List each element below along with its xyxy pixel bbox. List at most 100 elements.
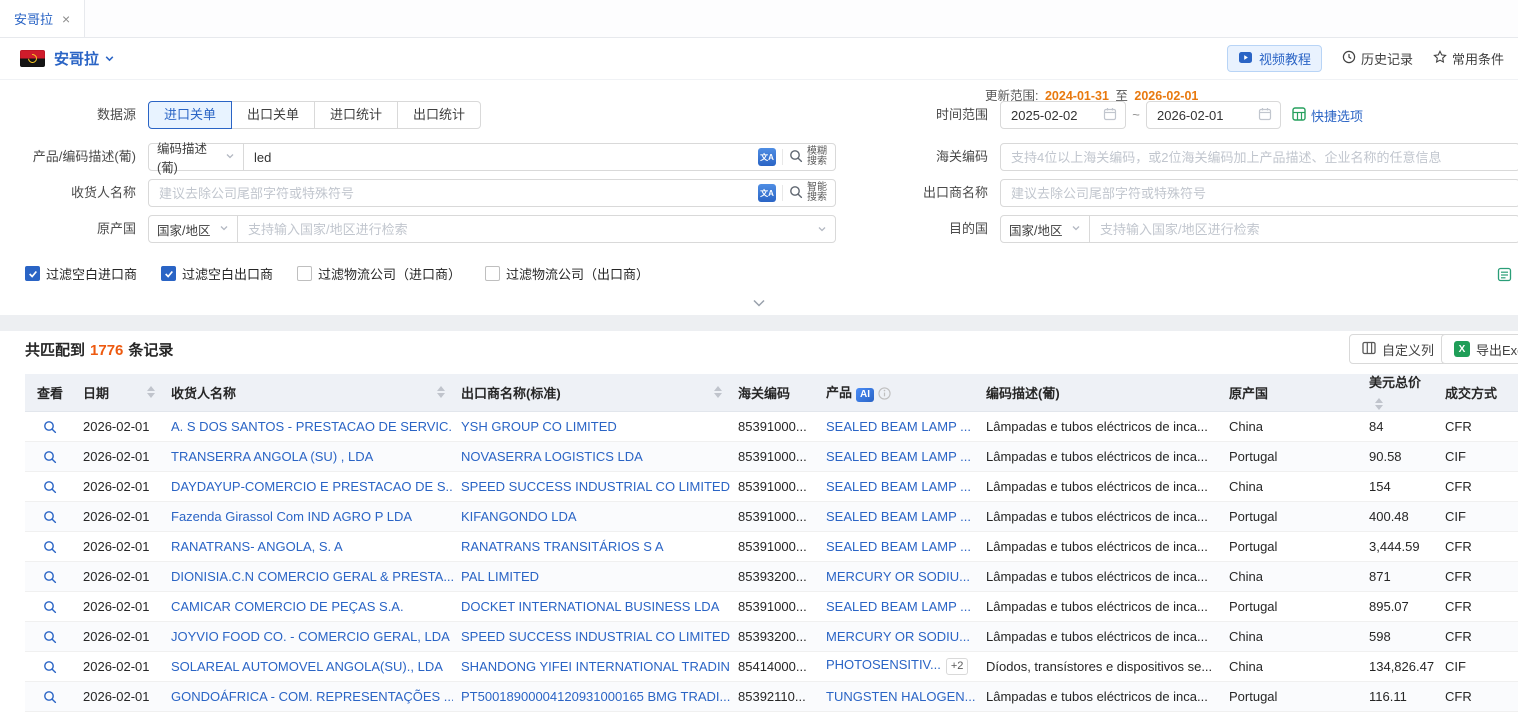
exporter-link[interactable]: SHANDONG YIFEI INTERNATIONAL TRADIN... [453, 651, 730, 681]
exporter-link[interactable]: SPEED SUCCESS INDUSTRIAL CO LIMITED [453, 471, 730, 501]
translate-icon[interactable]: 文A [758, 148, 776, 166]
view-details-icon[interactable] [43, 540, 57, 554]
export-excel-button[interactable]: X 导出Exc [1441, 334, 1518, 364]
filter-checkbox[interactable]: 过滤空白进口商 [25, 264, 137, 283]
origin-country-select[interactable]: 国家/地区 [148, 215, 238, 243]
product-field-select[interactable]: 编码描述(葡) [148, 143, 244, 171]
table-row[interactable]: 2026-02-01 JOYVIO FOOD CO. - COMERCIO GE… [25, 621, 1518, 651]
view-details-icon[interactable] [43, 600, 57, 614]
page-tab-angola[interactable]: 安哥拉 × [0, 0, 85, 37]
product-link[interactable]: SEALED BEAM LAMP ... [826, 539, 971, 554]
date-from-input[interactable] [1001, 102, 1103, 128]
view-details-icon[interactable] [43, 420, 57, 434]
table-row[interactable]: 2026-02-01 GONDOÁFRICA - COM. REPRESENTA… [25, 681, 1518, 711]
consignee-link[interactable]: TRANSERRA ANGOLA (SU) , LDA [163, 441, 453, 471]
product-link[interactable]: MERCURY OR SODIU... [826, 569, 970, 584]
destination-country-input[interactable] [1090, 216, 1518, 242]
translate-icon[interactable]: 文A [758, 184, 776, 202]
product-link[interactable]: MERCURY OR SODIU... [826, 629, 970, 644]
destination-country-field[interactable] [1089, 215, 1518, 243]
sort-icon[interactable] [1375, 398, 1383, 410]
product-link[interactable]: SEALED BEAM LAMP ... [826, 449, 971, 464]
view-details-icon[interactable] [43, 570, 57, 584]
exporter-link[interactable]: SPEED SUCCESS INDUSTRIAL CO LIMITED [453, 621, 730, 651]
favorites-button[interactable]: 常用条件 [1433, 49, 1504, 68]
origin-country-input[interactable] [238, 216, 817, 242]
sort-icon[interactable] [147, 386, 155, 398]
exporter-field[interactable] [1000, 179, 1518, 207]
data-source-tab[interactable]: 出口关单 [231, 101, 315, 129]
exporter-link[interactable]: DOCKET INTERNATIONAL BUSINESS LDA [453, 591, 730, 621]
filter-checkbox[interactable]: 过滤物流公司（进口商） [297, 264, 461, 283]
calendar-icon[interactable] [1258, 107, 1272, 124]
col-date[interactable]: 日期 [75, 374, 163, 411]
destination-country-select[interactable]: 国家/地区 [1000, 215, 1090, 243]
consignee-link[interactable]: A. S DOS SANTOS - PRESTACAO DE SERVIC... [163, 411, 453, 441]
product-link[interactable]: SEALED BEAM LAMP ... [826, 509, 971, 524]
table-row[interactable]: 2026-02-01 A. S DOS SANTOS - PRESTACAO D… [25, 411, 1518, 441]
view-details-icon[interactable] [43, 630, 57, 644]
view-details-icon[interactable] [43, 510, 57, 524]
more-products-badge[interactable]: +2 [946, 658, 969, 675]
chevron-down-icon[interactable] [817, 222, 827, 237]
filter-checkbox[interactable]: 过滤物流公司（出口商） [485, 264, 649, 283]
view-details-icon[interactable] [43, 450, 57, 464]
consignee-link[interactable]: GONDOÁFRICA - COM. REPRESENTAÇÕES ... [163, 681, 453, 711]
exporter-link[interactable]: YSH GROUP CO LIMITED [453, 411, 730, 441]
date-to-input[interactable] [1147, 102, 1258, 128]
table-row[interactable]: 2026-02-01 SOLAREAL AUTOMOVEL ANGOLA(SU)… [25, 651, 1518, 681]
fuzzy-search-button[interactable]: 模糊搜索 [789, 147, 827, 168]
custom-columns-button[interactable]: 自定义列 [1349, 334, 1447, 364]
view-details-icon[interactable] [43, 480, 57, 494]
save-filter-button[interactable] [1497, 267, 1512, 285]
product-link[interactable]: SEALED BEAM LAMP ... [826, 599, 971, 614]
sort-icon[interactable] [714, 386, 722, 398]
table-row[interactable]: 2026-02-01 CAMICAR COMERCIO DE PEÇAS S.A… [25, 591, 1518, 621]
col-usd-total[interactable]: 美元总价 [1361, 374, 1437, 411]
consignee-link[interactable]: JOYVIO FOOD CO. - COMERCIO GERAL, LDA [163, 621, 453, 651]
checkbox-icon[interactable] [485, 266, 500, 281]
hs-code-field[interactable] [1000, 143, 1518, 171]
consignee-field[interactable]: 文A 智能搜索 [148, 179, 836, 207]
collapse-filters-button[interactable] [731, 295, 787, 311]
consignee-link[interactable]: Fazenda Girassol Com IND AGRO P LDA [163, 501, 453, 531]
product-link[interactable]: SEALED BEAM LAMP ... [826, 479, 971, 494]
view-details-icon[interactable] [43, 660, 57, 674]
product-link[interactable]: PHOTOSENSITIV... [826, 657, 941, 672]
date-from-field[interactable] [1000, 101, 1126, 129]
tab-close-icon[interactable]: × [62, 12, 70, 26]
exporter-link[interactable]: PT50018900004120931000165 BMG TRADI... [453, 681, 730, 711]
sort-icon[interactable] [437, 386, 445, 398]
col-consignee[interactable]: 收货人名称 [163, 374, 453, 411]
table-row[interactable]: 2026-02-01 DAYDAYUP-COMERCIO E PRESTACAO… [25, 471, 1518, 501]
hs-code-input[interactable] [1001, 144, 1518, 170]
exporter-link[interactable]: RANATRANS TRANSITÁRIOS S A [453, 531, 730, 561]
exporter-link[interactable]: KIFANGONDO LDA [453, 501, 730, 531]
consignee-link[interactable]: RANATRANS- ANGOLA, S. A [163, 531, 453, 561]
info-icon[interactable] [878, 387, 891, 400]
product-search-input[interactable] [244, 144, 758, 170]
data-source-tab[interactable]: 进口关单 [148, 101, 232, 129]
checkbox-icon[interactable] [297, 266, 312, 281]
exporter-link[interactable]: PAL LIMITED [453, 561, 730, 591]
table-row[interactable]: 2026-02-01 DIONISIA.C.N COMERCIO GERAL &… [25, 561, 1518, 591]
filter-checkbox[interactable]: 过滤空白出口商 [161, 264, 273, 283]
consignee-link[interactable]: CAMICAR COMERCIO DE PEÇAS S.A. [163, 591, 453, 621]
table-row[interactable]: 2026-02-01 Fazenda Girassol Com IND AGRO… [25, 501, 1518, 531]
data-source-tab[interactable]: 进口统计 [314, 101, 398, 129]
table-row[interactable]: 2026-02-01 RANATRANS- ANGOLA, S. A RANAT… [25, 531, 1518, 561]
history-button[interactable]: 历史记录 [1342, 49, 1413, 68]
origin-country-field[interactable] [237, 215, 836, 243]
consignee-input[interactable] [149, 180, 758, 206]
consignee-link[interactable]: DIONISIA.C.N COMERCIO GERAL & PRESTA... [163, 561, 453, 591]
consignee-link[interactable]: DAYDAYUP-COMERCIO E PRESTACAO DE S... [163, 471, 453, 501]
date-to-field[interactable] [1146, 101, 1281, 129]
view-details-icon[interactable] [43, 690, 57, 704]
calendar-icon[interactable] [1103, 107, 1117, 124]
exporter-input[interactable] [1001, 180, 1518, 206]
product-link[interactable]: SEALED BEAM LAMP ... [826, 419, 971, 434]
data-source-tab[interactable]: 出口统计 [397, 101, 481, 129]
checkbox-icon[interactable] [25, 266, 40, 281]
table-row[interactable]: 2026-02-01 TRANSERRA ANGOLA (SU) , LDA N… [25, 441, 1518, 471]
checkbox-icon[interactable] [161, 266, 176, 281]
